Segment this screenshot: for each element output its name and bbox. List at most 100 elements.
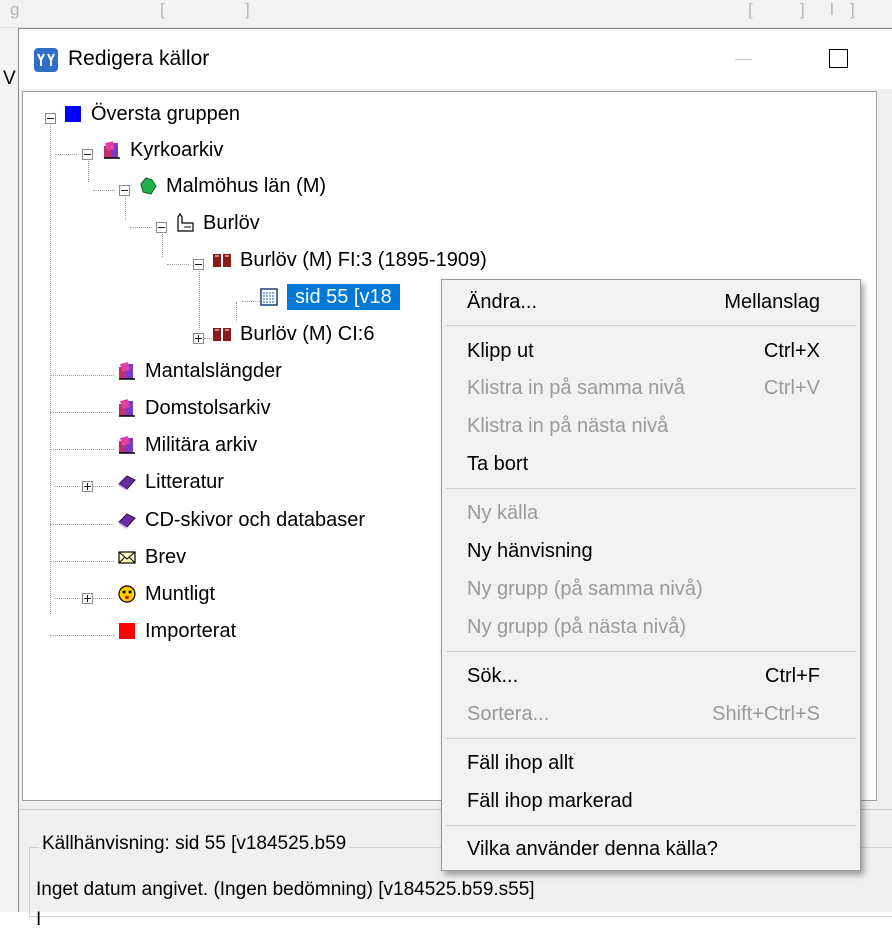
menu-item-ny-hanvisning[interactable]: Ny hänvisning	[442, 537, 860, 567]
context-menu: Ändra... Mellanslag Klipp ut Ctrl+X Klis…	[441, 279, 861, 871]
menu-item-sok[interactable]: Sök... Ctrl+F	[442, 662, 860, 692]
background-text-fragment: l	[830, 0, 834, 19]
menu-item-fall-ihop-allt[interactable]: Fäll ihop allt	[442, 749, 860, 779]
tree-node-cd-skivor[interactable]: CD-skivor och databaser	[117, 507, 365, 533]
background-window-strip: g [ ] [ ] l ]	[0, 0, 892, 28]
tree-node-label: Brev	[145, 545, 187, 568]
background-text-fragment: g	[10, 0, 20, 19]
blue-square-icon	[65, 106, 81, 122]
collapse-toggle-kyrkoarkiv[interactable]	[82, 149, 93, 160]
tree-node-mantalslangder[interactable]: Mantalslängder	[117, 358, 282, 384]
open-book-icon	[213, 254, 231, 267]
expand-toggle-litteratur[interactable]	[82, 481, 93, 492]
tree-node-label: Muntligt	[145, 582, 216, 605]
menu-item-shortcut: Ctrl+F	[765, 665, 820, 687]
menu-item-fall-ihop-markerad[interactable]: Fäll ihop markerad	[442, 787, 860, 817]
tree-node-muntligt[interactable]: Muntligt	[117, 581, 215, 607]
tree-node-label: Burlöv (M) FI:3 (1895-1909)	[240, 248, 487, 271]
menu-separator	[446, 325, 856, 326]
menu-item-shortcut: Shift+Ctrl+S	[712, 703, 820, 725]
background-text-fragment: ]	[245, 0, 250, 19]
background-text-fragment: V	[3, 68, 16, 89]
menu-item-label: Ny hänvisning	[467, 540, 593, 562]
menu-item-label: Ny grupp (på nästa nivå)	[467, 616, 687, 638]
reference-extra-line: I	[36, 909, 42, 930]
menu-item-label: Klistra in på samma nivå	[467, 377, 685, 399]
face-icon	[118, 585, 136, 603]
tree-node-label: Militära arkiv	[145, 433, 258, 456]
page-icon	[260, 288, 278, 306]
menu-item-shortcut: Mellanslag	[724, 291, 820, 313]
menu-item-vilka-anvander[interactable]: Vilka använder denna källa?	[442, 835, 860, 865]
tree-node-burlov-ci6[interactable]: Burlöv (M) CI:6	[212, 321, 374, 347]
tree-node-label: Burlöv (M) CI:6	[240, 322, 375, 345]
tree-node-label: Domstolsarkiv	[145, 396, 271, 419]
tree-node-label: Importerat	[145, 619, 237, 642]
tree-node-sid-55[interactable]: sid 55 [v18	[259, 284, 400, 310]
background-window-edge: V	[0, 28, 18, 912]
tree-node-burlov-fi3[interactable]: Burlöv (M) FI:3 (1895-1909)	[212, 247, 487, 273]
tree-node-label: sid 55 [v18	[287, 284, 400, 310]
archive-books-icon	[119, 436, 135, 454]
tree-node-oversta-gruppen[interactable]: Översta gruppen	[63, 101, 240, 127]
collapse-toggle-malmohus[interactable]	[119, 185, 130, 196]
background-text-fragment: ]	[800, 0, 805, 19]
window-title: Redigera källor	[68, 47, 210, 70]
menu-item-label: Sortera...	[467, 703, 550, 725]
tree-node-litteratur[interactable]: Litteratur	[117, 469, 224, 495]
tree-node-label: Mantalslängder	[145, 359, 282, 382]
county-map-icon	[140, 177, 157, 195]
menu-item-label: Fäll ihop markerad	[467, 790, 633, 812]
menu-item-label: Ny källa	[467, 502, 539, 524]
menu-item-label: Ny grupp (på samma nivå)	[467, 578, 703, 600]
reference-date-line: Inget datum angivet. (Ingen bedömning) […	[36, 879, 535, 900]
menu-item-ta-bort[interactable]: Ta bort	[442, 450, 860, 480]
title-bar[interactable]: Redigera källor	[19, 29, 892, 89]
expand-toggle-ci6[interactable]	[193, 333, 204, 344]
menu-item-ny-grupp-samma[interactable]: Ny grupp (på samma nivå)	[442, 575, 860, 605]
tree-node-domstolsarkiv[interactable]: Domstolsarkiv	[117, 395, 271, 421]
collapse-toggle-burlov[interactable]	[156, 222, 167, 233]
tree-node-kyrkoarkiv[interactable]: Kyrkoarkiv	[102, 137, 223, 163]
menu-item-label: Vilka använder denna källa?	[467, 838, 718, 860]
expand-toggle-muntligt[interactable]	[82, 593, 93, 604]
background-text-fragment: [	[748, 0, 753, 19]
menu-item-sortera[interactable]: Sortera... Shift+Ctrl+S	[442, 700, 860, 730]
tree-node-importerat[interactable]: Importerat	[117, 618, 236, 644]
tree-node-label: Malmöhus län (M)	[166, 174, 327, 197]
menu-item-ny-kalla[interactable]: Ny källa	[442, 499, 860, 529]
menu-item-klipp-ut[interactable]: Klipp ut Ctrl+X	[442, 337, 860, 367]
app-icon	[34, 48, 58, 72]
tree-node-malmohus-lan[interactable]: Malmöhus län (M)	[138, 173, 326, 199]
background-text-fragment: ]	[850, 0, 855, 19]
menu-item-label: Klistra in på nästa nivå	[467, 415, 669, 437]
menu-item-label: Ändra...	[467, 291, 538, 313]
menu-item-klistra-samma[interactable]: Klistra in på samma nivå Ctrl+V	[442, 374, 860, 404]
app-logo-icon	[37, 53, 55, 66]
tree-node-burlov[interactable]: Burlöv	[175, 210, 260, 236]
archive-books-icon	[104, 141, 120, 159]
maximize-button[interactable]	[829, 49, 848, 68]
menu-item-shortcut: Ctrl+V	[763, 377, 820, 399]
tree-node-label: Kyrkoarkiv	[130, 138, 224, 161]
menu-item-klistra-nasta[interactable]: Klistra in på nästa nivå	[442, 412, 860, 442]
tree-node-label: Litteratur	[145, 470, 224, 493]
archive-books-icon	[119, 362, 135, 380]
menu-item-andra[interactable]: Ändra... Mellanslag	[442, 288, 860, 318]
menu-item-ny-grupp-nasta[interactable]: Ny grupp (på nästa nivå)	[442, 613, 860, 643]
tree-node-militara-arkiv[interactable]: Militära arkiv	[117, 432, 257, 458]
collapse-toggle-fi3[interactable]	[193, 259, 204, 270]
menu-separator	[446, 488, 856, 489]
menu-separator	[446, 651, 856, 652]
purple-book-icon	[118, 475, 136, 491]
church-icon	[177, 213, 194, 232]
collapse-toggle-oversta[interactable]	[45, 113, 56, 124]
menu-item-shortcut: Ctrl+X	[763, 340, 820, 362]
tree-node-label: Burlöv	[203, 211, 260, 234]
menu-item-label: Sök...	[467, 665, 519, 687]
minimize-button[interactable]	[735, 59, 752, 60]
menu-item-label: Fäll ihop allt	[467, 752, 574, 774]
menu-item-label: Klipp ut	[467, 340, 534, 362]
menu-separator	[446, 825, 856, 826]
tree-node-brev[interactable]: Brev	[117, 544, 186, 570]
